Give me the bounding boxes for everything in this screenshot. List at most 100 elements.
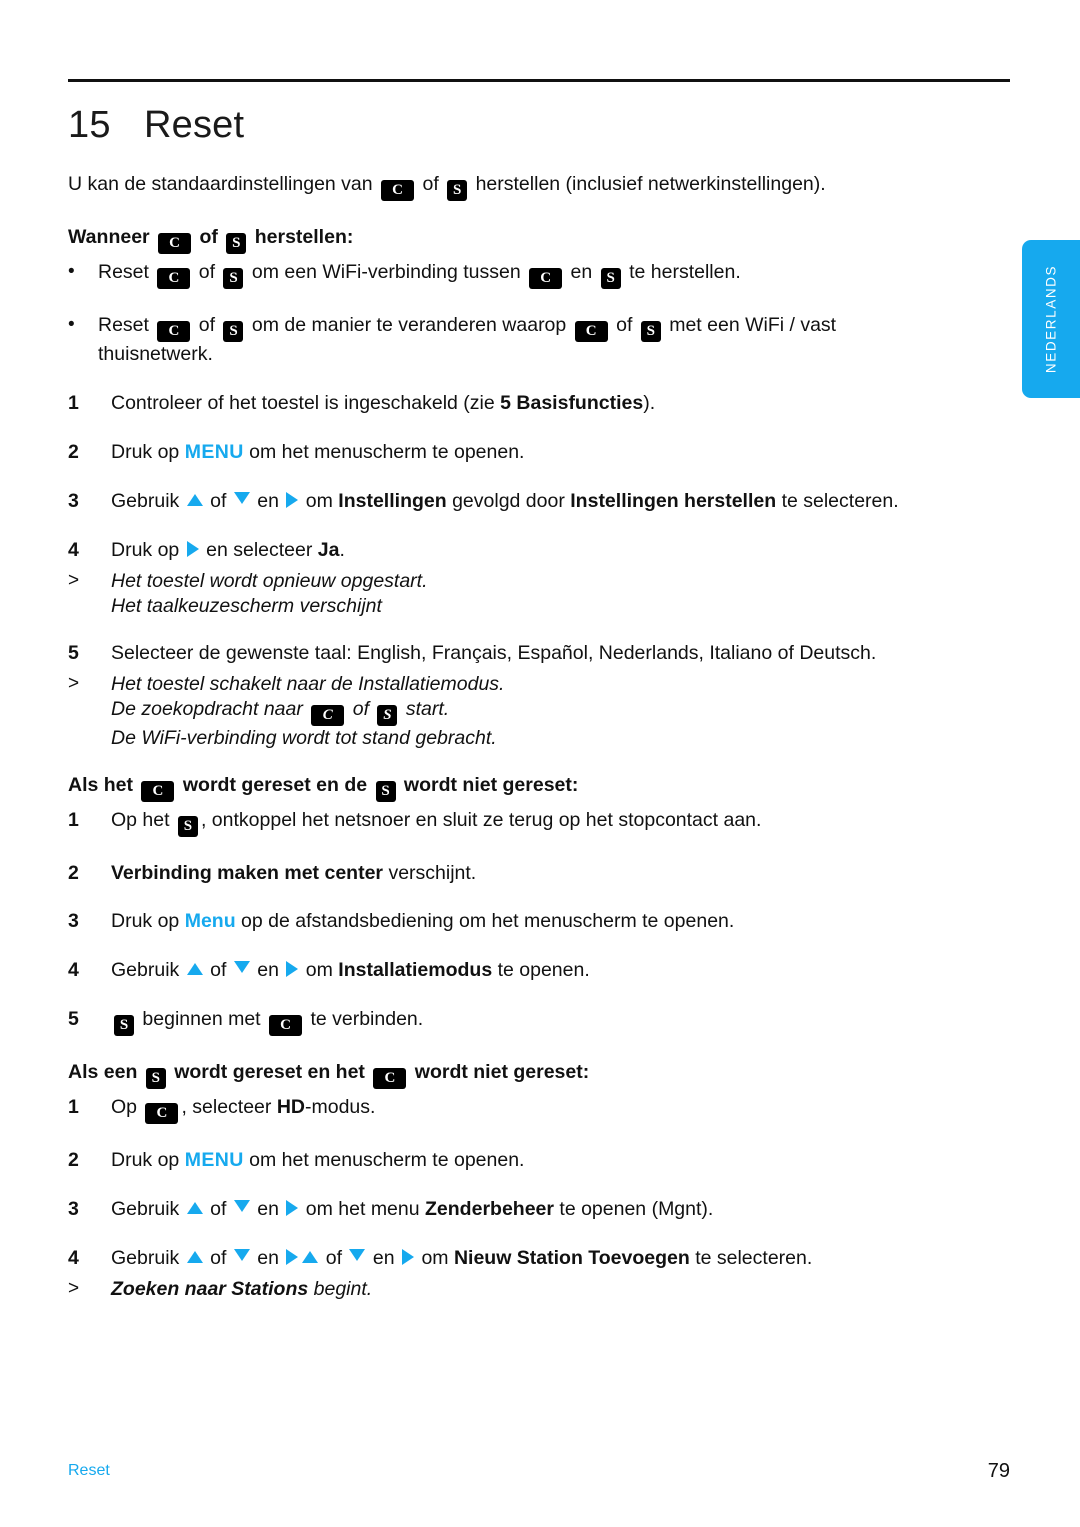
- station-device-icon: S: [223, 321, 244, 342]
- s3-step1-text-2: , selecteer: [181, 1096, 272, 1119]
- s3-step4-text-2: of: [210, 1247, 227, 1270]
- center-device-icon: C: [381, 180, 415, 201]
- station-device-letter: S: [114, 1015, 134, 1037]
- step-body: Gebruik of en of en om Nieuw Station Toe…: [111, 1246, 1013, 1271]
- numbered-step: 5 S beginnen met C te verbinden.: [68, 1007, 1013, 1037]
- numbered-step: 1 Op C , selecteer HD-modus.: [68, 1095, 1013, 1125]
- section1-heading-text-3: herstellen:: [254, 226, 354, 248]
- arrow-down-icon: [233, 1200, 250, 1213]
- arrow-right-icon: [286, 1249, 299, 1266]
- numbered-step: 3 Druk op Menu op de afstandsbediening o…: [68, 909, 1013, 934]
- note-block: > Het toestel wordt opnieuw opgestart. H…: [68, 569, 1013, 619]
- station-device-letter: S: [223, 268, 244, 289]
- step-body: Op C , selecteer HD-modus.: [111, 1095, 1013, 1125]
- note5-line-2-text-1: De zoekopdracht naar: [111, 697, 303, 720]
- intro-text-2: of: [422, 173, 439, 195]
- s3-step1-bold-1: HD: [276, 1096, 305, 1119]
- list-item: • Reset C of S om een WiFi-verbinding tu…: [68, 260, 1013, 289]
- bullet1-text-4: en: [570, 261, 593, 283]
- center-device-letter: C: [157, 321, 191, 342]
- bullet-body: Reset C of S om de manier te veranderen …: [98, 313, 1013, 367]
- center-device-letter: C: [145, 1103, 179, 1125]
- step-body: Gebruik of en om Installatiemodus te ope…: [111, 958, 1013, 983]
- step-body: Druk op MENU om het menuscherm te openen…: [111, 1148, 1013, 1173]
- s3-step4-text-4: of: [325, 1247, 343, 1270]
- s2-step4-text-4: om: [305, 959, 333, 982]
- station-device-letter: S: [600, 268, 621, 289]
- section-heading-station-reset: Als een S wordt gereset en het C wordt n…: [68, 1060, 1013, 1090]
- section2-heading-text-3: wordt niet gereset:: [403, 773, 579, 796]
- step-number: 3: [68, 910, 79, 933]
- intro-paragraph: U kan de standaardinstellingen van C of …: [68, 172, 1013, 201]
- numbered-step: 3 Gebruik of en om het menu Zenderbeheer…: [68, 1197, 1013, 1222]
- arrow-down-icon: [349, 1249, 366, 1262]
- step-number: 5: [68, 641, 79, 664]
- note-marker: >: [68, 569, 80, 591]
- bullet2-text-1: Reset: [98, 314, 149, 336]
- station-device-icon: S: [114, 1015, 134, 1037]
- center-device-icon: C: [145, 1103, 179, 1125]
- menu-button-label: MENU: [184, 1149, 244, 1172]
- menu-button-label: MENU: [184, 440, 244, 463]
- s1-step3-text-6: te selecteren.: [781, 489, 899, 512]
- s1-step3-text-2: of: [210, 489, 227, 512]
- section3-heading-text-1: Als een: [68, 1061, 138, 1084]
- s3-step3-bold-1: Zenderbeheer: [425, 1198, 554, 1221]
- s2-step2-bold-1: Verbinding maken met center: [111, 861, 384, 884]
- numbered-step: 1 Op het S , ontkoppel het netsnoer en s…: [68, 808, 1013, 837]
- station-device-letter: S: [640, 321, 661, 342]
- center-device-letter: C: [157, 268, 191, 289]
- s3-step3-text-2: of: [210, 1198, 227, 1221]
- arrow-right-icon: [286, 961, 299, 978]
- bullet2-text-6: thuisnetwerk.: [98, 343, 213, 365]
- s3-step3-text-1: Gebruik: [111, 1198, 180, 1221]
- bullet1-text-5: te herstellen.: [629, 261, 741, 283]
- center-device-icon: C: [574, 321, 608, 342]
- s3-step2-text-1: Druk op: [111, 1149, 180, 1172]
- station-device-letter: S: [226, 233, 247, 254]
- arrow-up-icon: [186, 1251, 203, 1264]
- numbered-step: 2 Druk op MENU om het menuscherm te open…: [68, 1148, 1013, 1173]
- numbered-step: 4 Gebruik of en om Installatiemodus te o…: [68, 958, 1013, 983]
- bullet-body: Reset C of S om een WiFi-verbinding tuss…: [98, 260, 1013, 289]
- s2-step4-text-2: of: [210, 959, 227, 982]
- step-number: 4: [68, 959, 79, 982]
- station-device-icon: S: [447, 180, 468, 201]
- arrow-up-icon: [186, 493, 203, 506]
- s1-step4-text-1: Druk op: [111, 538, 180, 561]
- s2-step1-text-1: Op het: [111, 808, 170, 831]
- step-number: 4: [68, 1247, 79, 1270]
- note-body: Zoeken naar Stations begint.: [111, 1277, 1013, 1302]
- step-number: 1: [68, 1096, 79, 1119]
- note5-line-3: De WiFi-verbinding wordt tot stand gebra…: [111, 726, 497, 749]
- step-body: Selecteer de gewenste taal: English, Fra…: [111, 641, 877, 664]
- step-body: Druk op MENU om het menuscherm te openen…: [111, 440, 1013, 465]
- center-device-letter: C: [529, 268, 563, 289]
- list-item: • Reset C of S om de manier te verandere…: [68, 313, 1013, 367]
- s2-step5-text-2: te verbinden.: [310, 1008, 424, 1031]
- s3-step4-text-3: en: [257, 1247, 279, 1270]
- center-device-letter: C: [141, 780, 175, 802]
- arrow-down-icon: [233, 491, 250, 504]
- numbered-step: 2 Verbinding maken met center verschijnt…: [68, 861, 1013, 886]
- s3-step2-text-2: om het menuscherm te openen.: [249, 1149, 525, 1172]
- s2-step4-text-1: Gebruik: [111, 959, 180, 982]
- s1-step1-text-1: Controleer of het toestel is ingeschakel…: [111, 391, 495, 414]
- arrow-down-icon: [233, 961, 250, 974]
- center-device-icon: C: [529, 268, 563, 289]
- bullet2-text-4: of: [616, 314, 633, 336]
- note-marker: >: [68, 672, 80, 694]
- center-device-letter: C: [373, 1068, 407, 1090]
- center-device-letter: C: [158, 233, 192, 254]
- s3-step4-bold-1: Nieuw Station Toevoegen: [453, 1247, 690, 1270]
- numbered-step: 2 Druk op MENU om het menuscherm te open…: [68, 440, 1013, 465]
- step-body: Druk op en selecteer Ja.: [111, 538, 1013, 563]
- center-device-icon: C: [373, 1068, 407, 1090]
- s1-step1-text-2: ).: [643, 391, 656, 414]
- s3-step3-text-5: te openen (Mgnt).: [559, 1198, 714, 1221]
- s1-step3-text-5: gevolgd door: [452, 489, 565, 512]
- station-device-letter: S: [145, 1068, 166, 1090]
- numbered-step: 5 Selecteer de gewenste taal: English, F…: [68, 641, 1013, 666]
- center-device-icon: C: [141, 780, 175, 802]
- step-number: 3: [68, 1198, 79, 1221]
